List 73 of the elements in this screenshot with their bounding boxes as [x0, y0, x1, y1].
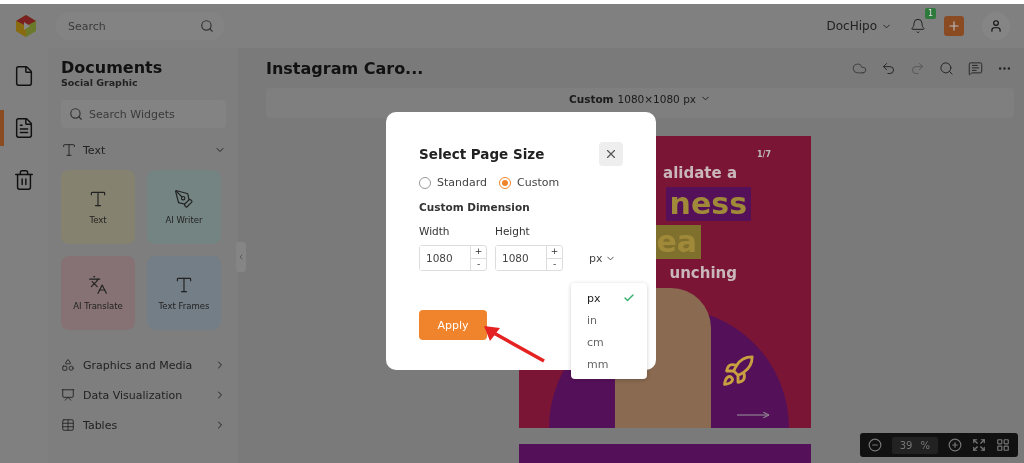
search-icon: [200, 19, 214, 33]
document-title: Instagram Caro...: [266, 58, 425, 78]
notification-count: 1: [924, 8, 936, 19]
page-size-selector[interactable]: Custom 1080×1080 px: [266, 88, 1014, 118]
presentation-chart-icon: [61, 388, 75, 402]
panel-subtitle: Social Graphic: [61, 77, 139, 88]
headline-text: alidate a: [662, 163, 738, 183]
shapes-icon: [61, 358, 75, 372]
annotation-arrow: [482, 324, 546, 364]
unit-option[interactable]: mm: [571, 353, 647, 375]
plus-icon: [947, 19, 961, 33]
number-field[interactable]: 1080 + -: [495, 245, 563, 271]
decrement-button[interactable]: -: [471, 257, 486, 270]
add-button[interactable]: [944, 16, 964, 36]
arrow-icon: [737, 412, 771, 418]
widget-tile[interactable]: AI Translate: [61, 256, 135, 330]
unit-option[interactable]: in: [571, 309, 647, 331]
bell-icon: [910, 18, 926, 34]
panel-title: Documents: [61, 58, 164, 77]
collapse-handle[interactable]: [236, 242, 246, 272]
search-icon: [69, 107, 83, 121]
undo-icon[interactable]: [881, 60, 896, 76]
radio-option[interactable]: Custom: [499, 176, 560, 189]
dialog-title: Select Page Size: [419, 146, 545, 162]
user-icon: [989, 19, 1003, 33]
unit-dropdown[interactable]: px: [589, 245, 616, 271]
fit-screen-icon[interactable]: [972, 438, 986, 452]
increment-button[interactable]: +: [547, 246, 562, 258]
table-icon: [61, 418, 75, 432]
trash-icon: [13, 169, 35, 191]
page-number: 1/7: [756, 150, 771, 159]
headline-text: unching: [668, 263, 738, 283]
category-item[interactable]: Graphics and Media: [61, 350, 226, 380]
zoom-in-icon[interactable]: [948, 438, 962, 452]
comment-icon[interactable]: [968, 60, 983, 76]
category-item[interactable]: Data Visualization: [61, 380, 226, 410]
unit-option[interactable]: px: [571, 287, 647, 309]
cloud-icon[interactable]: [852, 60, 867, 76]
widget-tile[interactable]: Text Frames: [147, 256, 221, 330]
check-icon: [623, 292, 635, 304]
search-icon[interactable]: [939, 60, 954, 76]
zoom-out-icon[interactable]: [867, 438, 882, 452]
field-label: Height: [495, 225, 531, 237]
unit-option[interactable]: cm: [571, 331, 647, 353]
translate-icon: [88, 275, 108, 295]
decrement-button[interactable]: -: [547, 257, 562, 270]
user-avatar[interactable]: [982, 12, 1010, 40]
rocket-icon: [721, 354, 755, 388]
file-icon: [13, 65, 35, 87]
field-label: Width: [419, 225, 451, 237]
widget-tile[interactable]: AI Writer: [147, 170, 221, 244]
zoom-level[interactable]: 39 %: [891, 436, 938, 454]
widget-tile[interactable]: Text: [61, 170, 135, 244]
document-icon: [13, 117, 35, 139]
notification-button[interactable]: [910, 18, 926, 34]
section-header[interactable]: Text: [61, 138, 226, 162]
headline-text: ness: [665, 187, 751, 221]
logo-icon: [14, 14, 38, 38]
grid-view-icon[interactable]: [996, 438, 1010, 452]
chevron-left-icon: [237, 253, 245, 261]
text-icon: [88, 189, 108, 209]
account-menu[interactable]: DocHipo: [826, 19, 892, 33]
widget-search-field[interactable]: Search Widgets: [61, 100, 226, 128]
section-label: Custom Dimension: [419, 201, 531, 213]
radio-option[interactable]: Standard: [419, 176, 488, 189]
pen-nib-icon: [174, 189, 194, 209]
close-button[interactable]: [599, 142, 623, 166]
category-item[interactable]: Tables: [61, 410, 226, 440]
text-frame-icon: [174, 275, 194, 295]
text-icon: [61, 142, 77, 158]
number-field[interactable]: 1080 + -: [419, 245, 487, 271]
increment-button[interactable]: +: [471, 246, 486, 258]
close-icon: [604, 147, 618, 161]
